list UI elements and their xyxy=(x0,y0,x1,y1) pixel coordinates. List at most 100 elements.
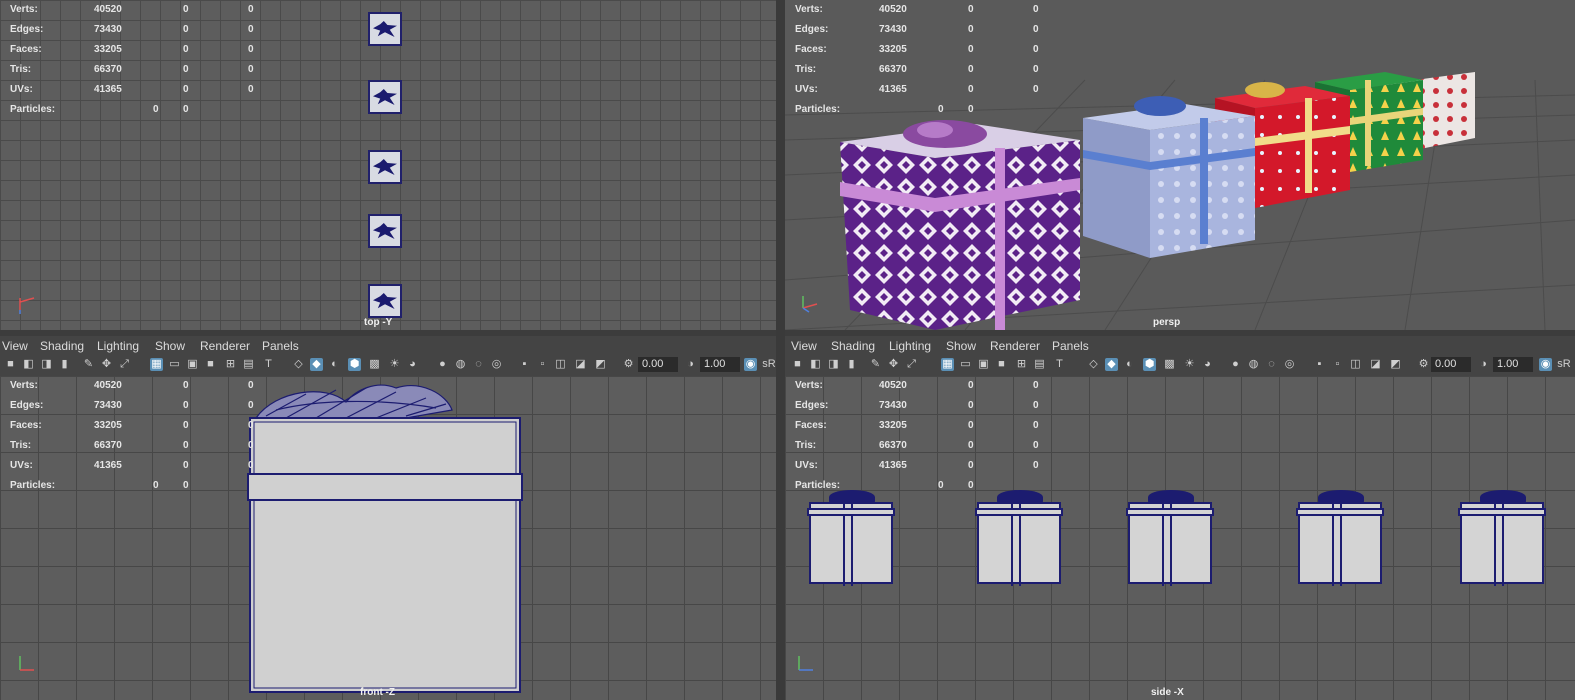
anti-alias-icon[interactable]: ◌ xyxy=(1265,358,1278,371)
texture-icon[interactable]: ▩ xyxy=(368,358,381,371)
gift-side-view[interactable] xyxy=(807,490,895,590)
menu-lighting[interactable]: Lighting xyxy=(97,339,139,353)
exposure-field[interactable]: 0.00 xyxy=(638,357,678,372)
color-management-icon[interactable]: ◉ xyxy=(744,358,757,371)
menu-view[interactable]: View xyxy=(791,339,817,353)
film-gate-icon[interactable]: ▭ xyxy=(959,358,972,371)
light-icon[interactable]: ☀ xyxy=(1183,358,1196,371)
gift-purple[interactable] xyxy=(840,120,1080,330)
xray-joints-icon[interactable]: ◫ xyxy=(1349,358,1362,371)
smooth-shade-icon[interactable]: ◆ xyxy=(1105,358,1118,371)
gift-blue[interactable] xyxy=(1083,96,1255,258)
menu-shading[interactable]: Shading xyxy=(40,339,84,353)
wireframe-on-shaded-icon[interactable]: ⬢ xyxy=(1143,358,1156,371)
shadows-icon[interactable]: ◕ xyxy=(1201,358,1214,371)
select-camera-icon[interactable]: ◧ xyxy=(809,358,822,371)
default-material-icon[interactable]: ◐ xyxy=(328,358,341,371)
gift-front-view[interactable] xyxy=(246,380,526,696)
render-icon[interactable]: ◩ xyxy=(594,358,607,371)
wireframe-icon[interactable]: ◇ xyxy=(1087,358,1100,371)
camera-icon[interactable]: ■ xyxy=(4,358,17,371)
bookmark-icon[interactable]: ▮ xyxy=(58,358,71,371)
gift-top-view[interactable] xyxy=(368,80,402,114)
move-tool-icon[interactable]: ✥ xyxy=(887,358,900,371)
viewport-side[interactable]: Verts: 40520 0 0 Edges: 73430 0 0 Faces: 33205 0… xyxy=(785,376,1575,700)
depth-of-field-icon[interactable]: ◎ xyxy=(490,358,503,371)
menu-panels[interactable]: Panels xyxy=(1052,339,1089,353)
texture-icon[interactable]: ▩ xyxy=(1163,358,1176,371)
field-chart-icon[interactable]: ⊞ xyxy=(1015,358,1028,371)
srgb-label[interactable]: sR xyxy=(1557,358,1571,371)
gamma-field[interactable]: 1.00 xyxy=(1493,357,1533,372)
text-icon[interactable]: T xyxy=(262,358,275,371)
xray-joints-icon[interactable]: ◫ xyxy=(554,358,567,371)
gift-side-view[interactable] xyxy=(1296,490,1384,590)
light-icon[interactable]: ☀ xyxy=(388,358,401,371)
pan-icon[interactable]: ⤢ xyxy=(118,358,131,371)
depth-of-field-icon[interactable]: ◎ xyxy=(1283,358,1296,371)
shadows-icon[interactable]: ◕ xyxy=(406,358,419,371)
gift-top-view[interactable] xyxy=(368,284,402,318)
menu-show[interactable]: Show xyxy=(155,339,185,353)
select-camera-icon[interactable]: ◧ xyxy=(22,358,35,371)
menu-view[interactable]: View xyxy=(2,339,28,353)
xray-components-icon[interactable]: ◪ xyxy=(1369,358,1382,371)
wireframe-icon[interactable]: ◇ xyxy=(292,358,305,371)
camera-icon[interactable]: ■ xyxy=(791,358,804,371)
color-management-icon[interactable]: ◉ xyxy=(1539,358,1552,371)
menu-show[interactable]: Show xyxy=(946,339,976,353)
screen-space-ao-icon[interactable]: ● xyxy=(1229,358,1242,371)
viewport-front[interactable]: Verts: 40520 0 0 Edges: 73430 0 0 Faces: 33205 0… xyxy=(0,376,776,700)
default-material-icon[interactable]: ◐ xyxy=(1123,358,1136,371)
xray-icon[interactable]: ▫ xyxy=(1331,358,1344,371)
gate-mask-icon[interactable]: ■ xyxy=(995,358,1008,371)
camera-attributes-icon[interactable]: ◨ xyxy=(827,358,840,371)
isolate-icon[interactable]: ▪ xyxy=(1313,358,1326,371)
resolution-gate-icon[interactable]: ▣ xyxy=(977,358,990,371)
menu-lighting[interactable]: Lighting xyxy=(889,339,931,353)
pane-divider[interactable] xyxy=(776,0,785,700)
gift-top-view[interactable] xyxy=(368,214,402,248)
resolution-gate-icon[interactable]: ▣ xyxy=(186,358,199,371)
field-chart-icon[interactable]: ⊞ xyxy=(224,358,237,371)
gift-side-view[interactable] xyxy=(1458,490,1546,590)
safe-action-icon[interactable]: ▤ xyxy=(1033,358,1046,371)
gamma-icon[interactable]: ◑ xyxy=(684,358,697,371)
grid-icon[interactable]: ▦ xyxy=(150,358,163,371)
srgb-label[interactable]: sR xyxy=(762,358,776,371)
exposure-icon[interactable]: ⚙ xyxy=(622,358,635,371)
text-icon[interactable]: T xyxy=(1053,358,1066,371)
screen-space-ao-icon[interactable]: ● xyxy=(436,358,449,371)
anti-alias-icon[interactable]: ◌ xyxy=(472,358,485,371)
grease-pencil-icon[interactable]: ✎ xyxy=(869,358,882,371)
gift-top-view[interactable] xyxy=(368,150,402,184)
camera-attributes-icon[interactable]: ◨ xyxy=(40,358,53,371)
xray-icon[interactable]: ▫ xyxy=(536,358,549,371)
grease-pencil-icon[interactable]: ✎ xyxy=(82,358,95,371)
exposure-icon[interactable]: ⚙ xyxy=(1417,358,1430,371)
gift-top-view[interactable] xyxy=(368,12,402,46)
exposure-field[interactable]: 0.00 xyxy=(1431,357,1471,372)
gift-side-view[interactable] xyxy=(975,490,1063,590)
menu-renderer[interactable]: Renderer xyxy=(990,339,1040,353)
move-tool-icon[interactable]: ✥ xyxy=(100,358,113,371)
xray-components-icon[interactable]: ◪ xyxy=(574,358,587,371)
motion-blur-icon[interactable]: ◍ xyxy=(1247,358,1260,371)
wireframe-on-shaded-icon[interactable]: ⬢ xyxy=(348,358,361,371)
gamma-icon[interactable]: ◑ xyxy=(1477,358,1490,371)
motion-blur-icon[interactable]: ◍ xyxy=(454,358,467,371)
gift-side-view[interactable] xyxy=(1126,490,1214,590)
smooth-shade-icon[interactable]: ◆ xyxy=(310,358,323,371)
menu-panels[interactable]: Panels xyxy=(262,339,299,353)
gate-mask-icon[interactable]: ■ xyxy=(204,358,217,371)
viewport-persp[interactable]: Verts: 40520 0 0 Edges: 73430 0 0 Faces: 33205 0… xyxy=(785,0,1575,330)
safe-action-icon[interactable]: ▤ xyxy=(242,358,255,371)
menu-renderer[interactable]: Renderer xyxy=(200,339,250,353)
pan-icon[interactable]: ⤢ xyxy=(905,358,918,371)
render-icon[interactable]: ◩ xyxy=(1389,358,1402,371)
viewport-top[interactable]: Verts: 40520 0 0 Edges: 73430 0 0 Faces: 33205 0… xyxy=(0,0,776,330)
gamma-field[interactable]: 1.00 xyxy=(700,357,740,372)
bookmark-icon[interactable]: ▮ xyxy=(845,358,858,371)
grid-icon[interactable]: ▦ xyxy=(941,358,954,371)
menu-shading[interactable]: Shading xyxy=(831,339,875,353)
